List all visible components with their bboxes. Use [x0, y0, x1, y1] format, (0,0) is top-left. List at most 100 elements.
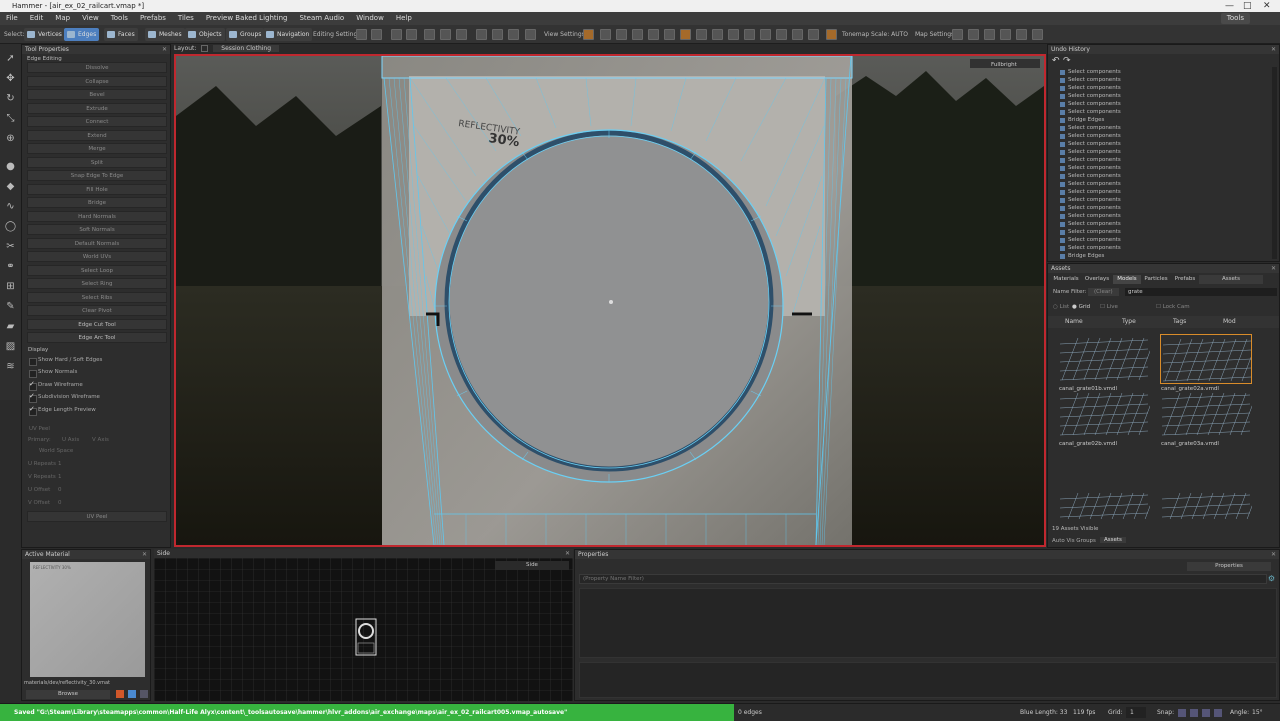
edge-split-button[interactable]: Split — [27, 157, 167, 168]
u-axis-radio[interactable]: U Axis — [62, 437, 79, 443]
select-tool-icon[interactable]: ➚ — [4, 52, 17, 65]
tonemap-icon[interactable] — [826, 29, 837, 40]
grid-icon[interactable] — [371, 29, 382, 40]
material-pick-icon[interactable] — [128, 690, 136, 698]
navmesh-icon[interactable] — [808, 29, 819, 40]
objects-mode-button[interactable]: Objects — [185, 28, 225, 41]
tab-materials[interactable]: Materials — [1051, 275, 1081, 284]
draw-wireframe-checkbox[interactable]: Draw Wireframe — [27, 380, 83, 391]
undo-history-item[interactable]: Select components — [1060, 124, 1121, 132]
local-icon[interactable] — [406, 29, 417, 40]
pivot-icon[interactable] — [391, 29, 402, 40]
snap-vertex-icon[interactable] — [1190, 709, 1198, 717]
edge-merge-button[interactable]: Merge — [27, 143, 167, 154]
tab-particles[interactable]: Particles — [1141, 275, 1171, 284]
redo-icon[interactable]: ↷ — [1063, 56, 1071, 66]
edge-dissolve-button[interactable]: Dissolve — [27, 62, 167, 73]
edge-extrude-button[interactable]: Extrude — [27, 103, 167, 114]
v-repeats-field[interactable]: 1 — [58, 474, 62, 480]
textures-icon[interactable] — [664, 29, 675, 40]
edge-hard-normals-button[interactable]: Hard Normals — [27, 211, 167, 222]
edge-select-ribs-button[interactable]: Select Ribs — [27, 292, 167, 303]
panel-close-icon[interactable]: ✕ — [1271, 550, 1276, 559]
edge-soft-normals-button[interactable]: Soft Normals — [27, 224, 167, 235]
menu-edit[interactable]: Edit — [24, 12, 50, 25]
edge-edge-arc-tool-button[interactable]: Edge Arc Tool — [27, 332, 167, 343]
menu-window[interactable]: Window — [350, 12, 390, 25]
grid-size-dropdown[interactable]: 1 — [1126, 707, 1146, 718]
umbrella-icon[interactable] — [508, 29, 519, 40]
path-tool-icon[interactable]: ∿ — [4, 200, 17, 213]
undo-history-item[interactable]: Select components — [1060, 76, 1121, 84]
undo-history-item[interactable]: Select components — [1060, 164, 1121, 172]
bridge-tool-icon[interactable]: ⊞ — [4, 280, 17, 293]
tab-overlays[interactable]: Overlays — [1081, 275, 1113, 284]
map-setting-2-icon[interactable] — [968, 29, 979, 40]
groups-mode-button[interactable]: Groups — [226, 28, 265, 41]
maximize-button[interactable]: □ — [1243, 0, 1252, 12]
show-hard-soft-edges-checkbox[interactable]: Show Hard / Soft Edges — [27, 356, 102, 366]
map-setting-4-icon[interactable] — [1000, 29, 1011, 40]
move-tool-icon[interactable]: ✥ — [4, 72, 17, 85]
helpers-icon[interactable] — [728, 29, 739, 40]
camera-icon[interactable] — [583, 29, 594, 40]
col-mod[interactable]: Mod — [1223, 316, 1236, 328]
menu-prefabs[interactable]: Prefabs — [134, 12, 172, 25]
select-through-icon[interactable] — [424, 29, 435, 40]
undo-history-item[interactable]: Select components — [1060, 220, 1121, 228]
uv-peel-button[interactable]: UV Peel — [27, 511, 167, 522]
edge-select-ring-button[interactable]: Select Ring — [27, 278, 167, 289]
map-setting-1-icon[interactable] — [952, 29, 963, 40]
property-filter-input[interactable] — [579, 574, 1267, 584]
name-filter-input[interactable]: grate — [1125, 288, 1277, 296]
paint-tool-icon[interactable]: ✎ — [4, 300, 17, 313]
render-mode-dropdown[interactable]: Fullbright — [991, 62, 1018, 68]
texture-lock-icon[interactable] — [476, 29, 487, 40]
col-type[interactable]: Type — [1122, 316, 1136, 328]
rotate-tool-icon[interactable]: ↻ — [4, 92, 17, 105]
view-select-dropdown[interactable]: Side — [495, 561, 569, 570]
selection-icon[interactable] — [440, 29, 451, 40]
menu-preview-baked-lighting[interactable]: Preview Baked Lighting — [200, 12, 294, 25]
panel-close-icon[interactable]: ✕ — [565, 549, 570, 558]
decal-tool-icon[interactable]: ▰ — [4, 320, 17, 333]
show-normals-checkbox[interactable]: Show Normals — [27, 368, 77, 378]
panel-close-icon[interactable]: ✕ — [162, 45, 167, 54]
tab-assets[interactable]: Assets — [1100, 537, 1126, 543]
shadow-icon[interactable] — [616, 29, 627, 40]
menu-file[interactable]: File — [0, 12, 24, 25]
snap-edge-icon[interactable] — [1202, 709, 1210, 717]
edge-bridge-button[interactable]: Bridge — [27, 197, 167, 208]
asset-thumbnail[interactable] — [1058, 489, 1150, 519]
asset-thumbnail[interactable] — [1160, 489, 1252, 519]
side-viewport[interactable]: Side ✕ Side — [154, 549, 573, 701]
undo-history-item[interactable]: Select components — [1060, 188, 1121, 196]
snap-face-icon[interactable] — [1214, 709, 1222, 717]
tab-models[interactable]: Models — [1113, 275, 1141, 284]
undo-history-item[interactable]: Select components — [1060, 108, 1121, 116]
v-axis-radio[interactable]: V Axis — [92, 437, 109, 443]
undo-history-item[interactable]: Select components — [1060, 244, 1121, 252]
lock-cam-checkbox[interactable]: ☐ Lock Cam — [1156, 304, 1190, 310]
wireframe-icon[interactable] — [648, 29, 659, 40]
faces-mode-button[interactable]: Faces — [104, 28, 138, 41]
map-setting-6-icon[interactable] — [1032, 29, 1043, 40]
meshes-mode-button[interactable]: Meshes — [145, 28, 185, 41]
col-name[interactable]: Name — [1065, 316, 1083, 328]
menu-tiles[interactable]: Tiles — [172, 12, 200, 25]
edge-default-normals-button[interactable]: Default Normals — [27, 238, 167, 249]
edge-collapse-button[interactable]: Collapse — [27, 76, 167, 87]
map-setting-5-icon[interactable] — [1016, 29, 1027, 40]
angle-snap-dropdown[interactable]: 15° — [1252, 704, 1263, 721]
lock-icon[interactable] — [456, 29, 467, 40]
list-view-radio[interactable]: ○ List — [1053, 304, 1069, 310]
undo-history-item[interactable]: Select components — [1060, 68, 1121, 76]
asset-thumbnail[interactable] — [1160, 334, 1252, 384]
edge-length-preview-checkbox[interactable]: Edge Length Preview — [27, 405, 96, 416]
audio-icon[interactable] — [776, 29, 787, 40]
minimize-button[interactable]: — — [1225, 0, 1234, 12]
tools-dropdown-button[interactable]: Tools — [1220, 13, 1250, 24]
knife-tool-icon[interactable]: ⚭ — [4, 260, 17, 273]
scale-tool-icon[interactable]: ⤡ — [4, 112, 17, 125]
tools-icon[interactable] — [744, 29, 755, 40]
